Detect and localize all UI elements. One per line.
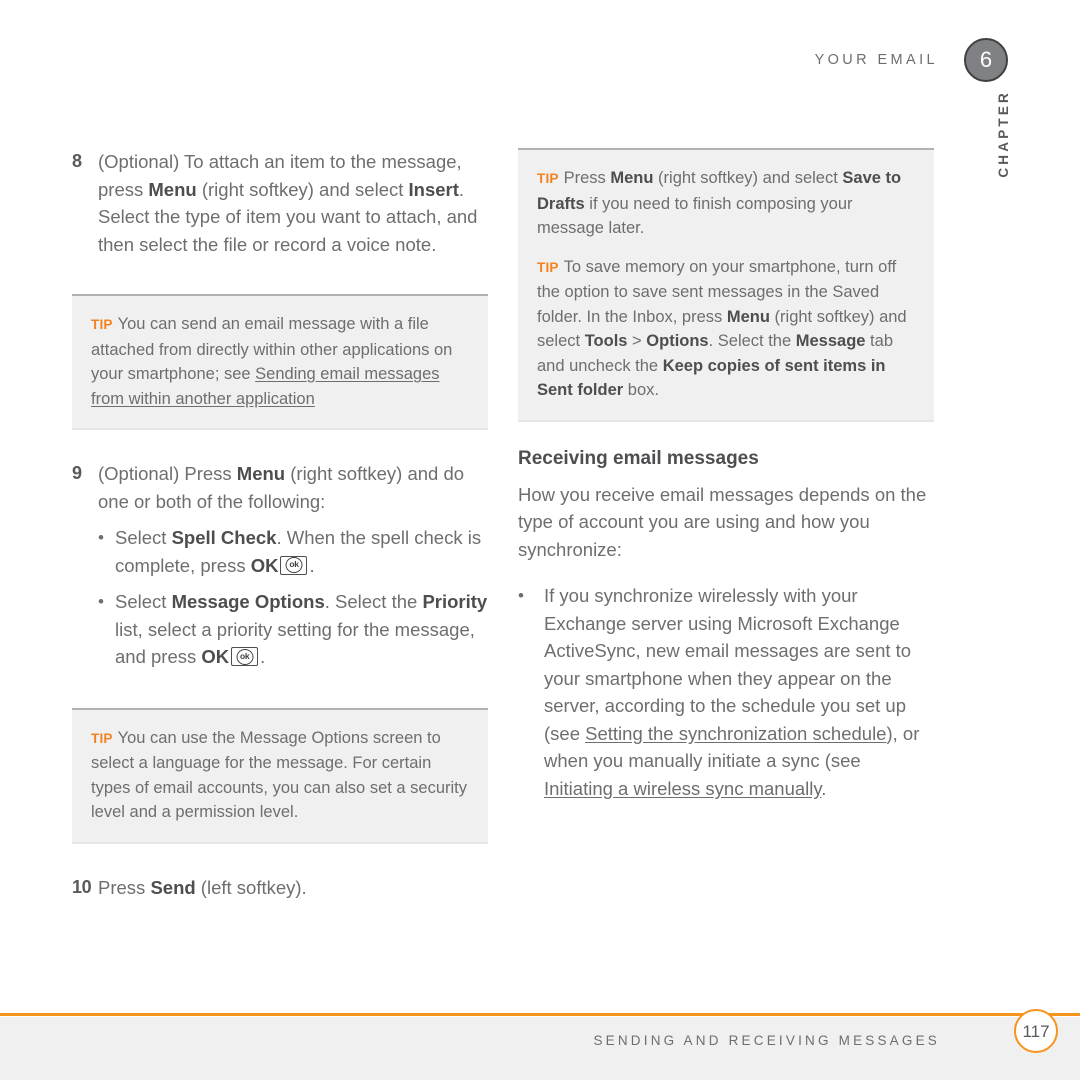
- tip-1-paragraph: TIP You can send an email message with a …: [91, 312, 469, 411]
- bullet-dot-icon: •: [518, 586, 524, 605]
- step-9-bullet-2-text: Select Message Options. Select the Prior…: [115, 588, 488, 671]
- step-10-number: 10: [72, 876, 92, 897]
- step-9-bullet-1: • Select Spell Check. When the spell che…: [98, 524, 488, 579]
- tip-4-part6: box.: [623, 381, 659, 399]
- tip-2-text: You can use the Message Options screen t…: [91, 728, 468, 822]
- rb1-part3: .: [821, 777, 827, 799]
- tip-3-part3: if you need to finish composing your mes…: [537, 194, 853, 238]
- bullet-dot-icon: •: [98, 528, 104, 547]
- rb1-part1: If you synchronize wirelessly with your …: [544, 585, 912, 744]
- step-10-part2: (left softkey).: [195, 876, 307, 898]
- step-10-bold-send: Send: [150, 876, 196, 898]
- receiving-bullet-1-text: If you synchronize wirelessly with your …: [544, 582, 934, 802]
- b2-part1: Select: [115, 591, 172, 612]
- receiving-bullet-1: • If you synchronize wirelessly with you…: [518, 582, 934, 802]
- bullet-dot-icon: •: [98, 592, 104, 611]
- ok-key-icon: [231, 647, 259, 666]
- tip-3-part1: Press: [563, 169, 611, 187]
- step-8-bold-menu: Menu: [148, 178, 197, 200]
- step-10: 10 Press Send (left softkey).: [72, 874, 488, 902]
- tip-label: TIP: [91, 317, 113, 332]
- step-10-part1: Press: [98, 876, 151, 898]
- page-columns: 8 (Optional) To attach an item to the me…: [72, 148, 934, 907]
- tip-box-3: TIP Press Menu (right softkey) and select…: [518, 148, 934, 422]
- b1-bold-spell-check: Spell Check: [171, 527, 277, 548]
- step-8-bold-insert: Insert: [408, 178, 459, 200]
- chapter-vertical-label: CHAPTER: [996, 90, 1011, 178]
- cross-reference-link-initiating-sync[interactable]: Initiating a wireless sync manually: [544, 778, 821, 799]
- step-9-bullet-list: • Select Spell Check. When the spell che…: [98, 524, 488, 671]
- step-8: 8 (Optional) To attach an item to the me…: [72, 148, 488, 258]
- section-intro-paragraph: How you receive email messages depends o…: [518, 483, 927, 560]
- b2-part2: . Select the: [324, 591, 423, 612]
- b1-part1: Select: [115, 527, 172, 548]
- footer: SENDING AND RECEIVING MESSAGES: [593, 1017, 1008, 1063]
- right-column: TIP Press Menu (right softkey) and select…: [518, 148, 934, 907]
- tip-label: TIP: [537, 171, 559, 186]
- tip-4-part3: >: [627, 332, 647, 350]
- running-header: YOUR EMAIL 6: [815, 38, 1008, 82]
- page-number-badge: 117: [1014, 1009, 1058, 1053]
- tip-4-paragraph: TIP To save memory on your smartphone, tu…: [537, 255, 915, 403]
- step-8-text: (Optional) To attach an item to the mess…: [98, 148, 488, 258]
- tip-4-bold-message: Message: [795, 332, 866, 350]
- tip-3-paragraph: TIP Press Menu (right softkey) and select…: [537, 166, 915, 241]
- b1-bold-ok: OK: [250, 554, 279, 576]
- tip-4-bold-tools: Tools: [584, 332, 628, 350]
- tip-2-paragraph: TIP You can use the Message Options scree…: [91, 726, 469, 825]
- step-9-text-part1: (Optional) Press: [98, 463, 237, 484]
- step-9-number: 9: [72, 463, 83, 483]
- step-8-text-part2: (right softkey) and select: [196, 178, 409, 200]
- tip-label: TIP: [537, 259, 559, 275]
- chapter-number-badge: 6: [964, 38, 1008, 82]
- cross-reference-link-sync-schedule[interactable]: Setting the synchronization schedule: [585, 723, 886, 744]
- tip-box-1: TIP You can send an email message with a …: [72, 294, 488, 430]
- tip-box-2: TIP You can use the Message Options scree…: [72, 707, 488, 844]
- b2-bold-priority: Priority: [422, 591, 488, 612]
- tip-3-part2: (right softkey) and select: [653, 169, 843, 187]
- tip-label: TIP: [91, 730, 113, 746]
- step-9: 9 (Optional) Press Menu (right softkey) …: [72, 460, 488, 680]
- b2-part3: list, select a priority setting for the …: [115, 618, 475, 668]
- step-8-number: 8: [72, 151, 83, 171]
- footer-title: SENDING AND RECEIVING MESSAGES: [593, 1032, 940, 1048]
- footer-rule: [0, 1013, 1080, 1016]
- b2-bold-message-options: Message Options: [171, 591, 325, 612]
- tip-3-bold-menu: Menu: [610, 169, 654, 187]
- running-header-title: YOUR EMAIL: [814, 52, 938, 68]
- document-page: YOUR EMAIL 6 CHAPTER 8 (Optional) To att…: [0, 0, 1080, 1080]
- step-9-text: (Optional) Press Menu (right softkey) an…: [98, 460, 488, 680]
- b2-bold-ok: OK: [201, 646, 230, 667]
- step-9-bold-menu: Menu: [236, 463, 286, 484]
- ok-key-icon: [280, 555, 308, 575]
- tip-4-part4: . Select the: [708, 332, 796, 350]
- section-heading: Receiving email messages: [518, 447, 759, 469]
- tip-4-bold-options: Options: [646, 332, 709, 350]
- step-9-bullet-1-text: Select Spell Check. When the spell check…: [115, 524, 488, 579]
- step-9-bullet-2: • Select Message Options. Select the Pri…: [98, 588, 488, 671]
- b2-part4: .: [260, 646, 266, 667]
- b1-part3: .: [309, 554, 315, 576]
- step-10-text: Press Send (left softkey).: [98, 874, 488, 902]
- left-column: 8 (Optional) To attach an item to the me…: [72, 148, 488, 907]
- tip-4-bold-menu: Menu: [726, 307, 770, 326]
